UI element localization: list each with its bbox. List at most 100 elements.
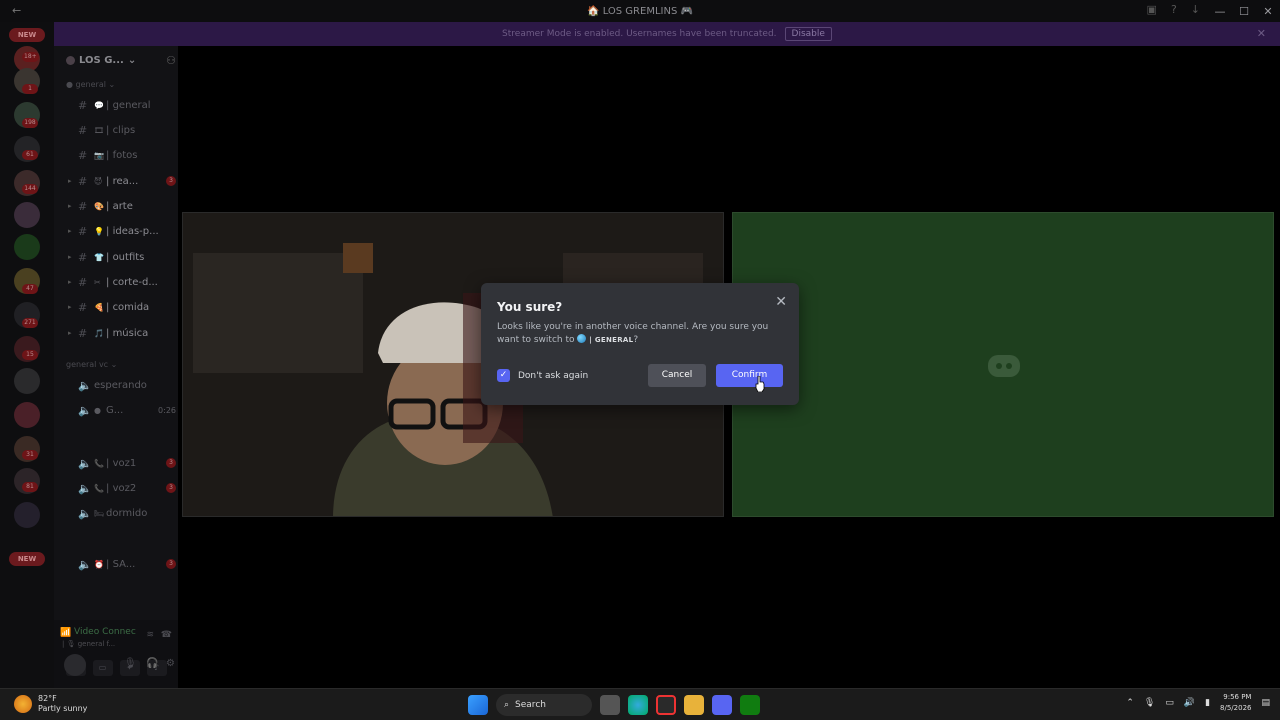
title-tools: ▣ ? ↓ <box>1147 3 1200 16</box>
window-title-text: LOS GREMLINS <box>602 5 678 17</box>
channel-general[interactable]: # 💬 | general <box>68 96 176 114</box>
clock[interactable]: 9:56 PM 8/5/2026 <box>1220 692 1251 714</box>
download-icon[interactable]: ↓ <box>1191 3 1200 16</box>
checkbox-label: Don't ask again <box>518 370 589 381</box>
settings-gear-icon[interactable]: ⚙ <box>166 658 175 669</box>
inbox-icon[interactable]: ▣ <box>1147 3 1157 16</box>
channel-corte[interactable]: ▸ # ✂ | corte-d... <box>68 273 176 291</box>
voice-channel-voz1[interactable]: 🔈 📞 | voz1 3 <box>68 454 176 472</box>
battery-icon[interactable]: ▮ <box>1205 698 1210 708</box>
rail-badge: 31 <box>22 450 38 460</box>
back-arrow-icon[interactable]: ← <box>12 4 21 17</box>
caret-icon: ▸ <box>68 253 72 261</box>
banner-text: Streamer Mode is enabled. Usernames have… <box>502 29 777 39</box>
channel-label: | general <box>106 99 151 111</box>
server-icon[interactable] <box>14 202 40 228</box>
confirm-button[interactable]: Confirm <box>716 364 783 387</box>
channel-outfits[interactable]: ▸ # 👕 | outfits <box>68 248 176 266</box>
search-label: Search <box>515 700 546 710</box>
channel-arte[interactable]: ▸ # 🎨 | arte <box>68 197 176 215</box>
channel-ideas[interactable]: ▸ # 💡 | ideas-p... <box>68 222 176 240</box>
channel-musica[interactable]: ▸ # 🎵 | música <box>68 324 176 342</box>
speaker-icon: 🔈 <box>78 506 92 520</box>
channel-fotos[interactable]: # 📷 | fotos <box>68 146 176 164</box>
channel-name: general <box>112 99 151 111</box>
windows-start-icon[interactable] <box>468 695 488 715</box>
channel-label: | clips <box>106 124 136 136</box>
category-voice[interactable]: general vc ⌄ <box>66 360 117 369</box>
channel-name: comida <box>112 301 150 313</box>
channel-emoji: 💡 <box>94 226 104 236</box>
server-icon[interactable] <box>14 368 40 394</box>
checkbox-checked-icon[interactable]: ✓ <box>497 369 510 382</box>
server-rail: NEW 18+ 1 198 61 144 47 271 15 31 81 NEW <box>0 22 54 688</box>
hash-icon: # <box>78 98 88 112</box>
caret-icon: ▸ <box>68 278 72 286</box>
voice-channel-esperando[interactable]: 🔈 esperando <box>68 376 176 394</box>
weather-desc: Partly sunny <box>38 704 88 713</box>
channel-emoji: ✂ <box>94 277 101 287</box>
server-icon[interactable] <box>14 502 40 528</box>
task-view-icon[interactable] <box>600 695 620 715</box>
avatar[interactable] <box>64 654 86 676</box>
signal-icon[interactable]: 📶 <box>60 628 71 638</box>
caret-icon: ▸ <box>68 227 72 235</box>
channel-label: | rea... <box>106 175 139 187</box>
channel-label: | outfits <box>106 251 145 263</box>
minimize-icon[interactable]: — <box>1208 5 1232 18</box>
caret-icon: ▸ <box>68 177 72 185</box>
voice-channel-name: SA... <box>112 558 136 570</box>
edge-browser-icon[interactable] <box>628 695 648 715</box>
voice-channel-sa[interactable]: 🔈 ⏰ | SA... 3 <box>68 555 176 573</box>
channel-comida[interactable]: ▸ # 🍕 | comida <box>68 298 176 316</box>
rail-badge: 271 <box>22 318 38 328</box>
hash-icon: # <box>78 199 88 213</box>
taskbar-search[interactable]: ⌕ Search <box>496 694 592 716</box>
server-header[interactable]: LOS G... ⌄ ⚇ <box>66 54 176 67</box>
invite-icon[interactable]: ⚇ <box>166 54 176 67</box>
tray-chevron-icon[interactable]: ⌃ <box>1126 698 1134 708</box>
banner-close-icon[interactable]: ✕ <box>1257 27 1266 40</box>
network-icon[interactable]: ▭ <box>1165 698 1174 708</box>
weather-widget[interactable]: 82°F Partly sunny <box>14 694 87 714</box>
headphones-icon[interactable]: 🎧 <box>146 658 158 669</box>
dont-ask-checkbox-row[interactable]: ✓ Don't ask again <box>497 369 588 382</box>
voice-channel-dormido[interactable]: 🔈 🛏 dormido <box>68 504 176 522</box>
cancel-button[interactable]: Cancel <box>648 364 706 387</box>
disconnect-icon[interactable]: ☎ <box>161 630 172 640</box>
discord-app-icon[interactable] <box>712 695 732 715</box>
channel-clips[interactable]: # 🎞 | clips <box>68 121 176 139</box>
new-badge-top: NEW <box>9 28 45 42</box>
user-panel: 🎙 🎧 ⚙ <box>54 646 178 690</box>
speaker-icon: 🔈 <box>78 481 92 495</box>
rail-badge: 1 <box>22 84 38 94</box>
server-icon[interactable] <box>14 234 40 260</box>
channel-rea[interactable]: ▸ # 😈 | rea... 3 <box>68 172 176 190</box>
noise-suppression-icon[interactable]: ≋ <box>146 630 154 640</box>
video-tile-placeholder[interactable] <box>732 212 1274 517</box>
voice-channel-voz2[interactable]: 🔈 📞 | voz2 3 <box>68 479 176 497</box>
channel-label: | ideas-p... <box>106 225 159 237</box>
voice-channel-current[interactable]: 🔈 ● G... 0:26 <box>68 401 176 419</box>
category-general[interactable]: ● general ⌄ <box>66 80 115 89</box>
discord-logo-icon <box>988 355 1020 377</box>
channel-emoji: 💬 <box>94 100 104 110</box>
help-icon[interactable]: ? <box>1171 3 1177 16</box>
disable-streamer-button[interactable]: Disable <box>784 27 832 41</box>
channel-name: fotos <box>112 149 138 161</box>
notifications-icon[interactable]: ▤ <box>1261 698 1270 708</box>
window-titlebar: ← 🏠 LOS GREMLINS 🎮 ▣ ? ↓ — ☐ ✕ <box>0 0 1280 22</box>
channel-emoji: 🎵 <box>94 328 104 338</box>
file-explorer-icon[interactable] <box>684 695 704 715</box>
voice-channel-label: | SA... <box>106 558 136 570</box>
xbox-icon[interactable] <box>740 695 760 715</box>
close-icon[interactable]: ✕ <box>775 294 787 310</box>
maximize-icon[interactable]: ☐ <box>1232 5 1256 18</box>
close-window-icon[interactable]: ✕ <box>1256 5 1280 18</box>
speaker-icon: 🔈 <box>78 378 92 392</box>
volume-icon[interactable]: 🔊 <box>1184 698 1195 708</box>
tray-mic-icon[interactable]: 🎙 <box>1144 698 1155 708</box>
server-icon[interactable] <box>14 402 40 428</box>
chrome-icon[interactable] <box>656 695 676 715</box>
microphone-icon[interactable]: 🎙 <box>124 658 137 669</box>
